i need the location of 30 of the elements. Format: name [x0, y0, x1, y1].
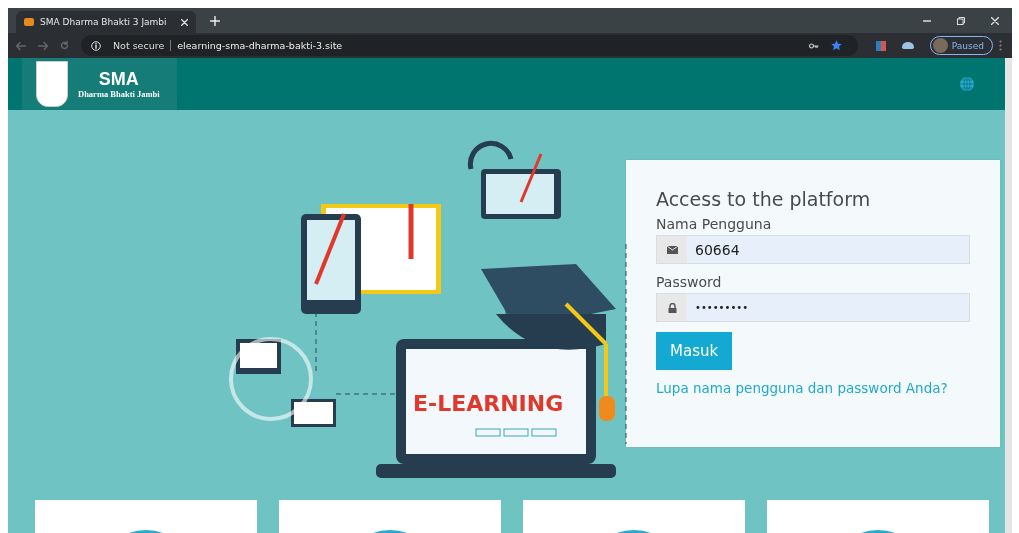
- login-title: Access to the platform: [656, 188, 871, 210]
- envelope-icon: [666, 245, 678, 254]
- crest-icon: [36, 61, 68, 107]
- reload-icon[interactable]: [60, 41, 69, 50]
- close-icon[interactable]: [181, 18, 188, 26]
- avatar-icon: [932, 38, 948, 53]
- star-icon[interactable]: [830, 40, 842, 51]
- username-field[interactable]: 60664: [656, 235, 970, 264]
- more-icon[interactable]: [999, 40, 1002, 51]
- restore-icon[interactable]: [957, 16, 965, 25]
- address-bar[interactable]: Not secure elearning-sma-dharma-bakti-3.site: [81, 35, 858, 56]
- cloud-icon[interactable]: [901, 42, 914, 49]
- illustration-title: E-LEARNING: [413, 391, 564, 416]
- favicon-icon: [24, 18, 34, 26]
- lock-icon: [667, 302, 677, 313]
- field-label: Nama Pengguna: [656, 216, 772, 232]
- browser-tab[interactable]: SMA Dharma Bhakti 3 Jambi: [16, 11, 196, 33]
- field-label: Password: [656, 274, 722, 290]
- tab-title: SMA Dharma Bhakti 3 Jambi: [40, 17, 168, 27]
- logo-subtitle: Dharma Bhakti Jambi: [78, 89, 160, 99]
- password-field[interactable]: •••••••••: [656, 293, 970, 322]
- new-tab-icon[interactable]: [210, 16, 220, 26]
- security-label: Not secure: [113, 40, 172, 51]
- key-icon[interactable]: [808, 42, 819, 49]
- logo-title: SMA: [98, 69, 139, 89]
- url-text: elearning-sma-dharma-bakti-3.site: [177, 40, 343, 51]
- extension-icon[interactable]: [875, 40, 886, 51]
- close-icon[interactable]: [991, 16, 999, 25]
- info-icon: [91, 40, 101, 51]
- logo-panel[interactable]: SMA Dharma Bhakti Jambi: [22, 58, 177, 110]
